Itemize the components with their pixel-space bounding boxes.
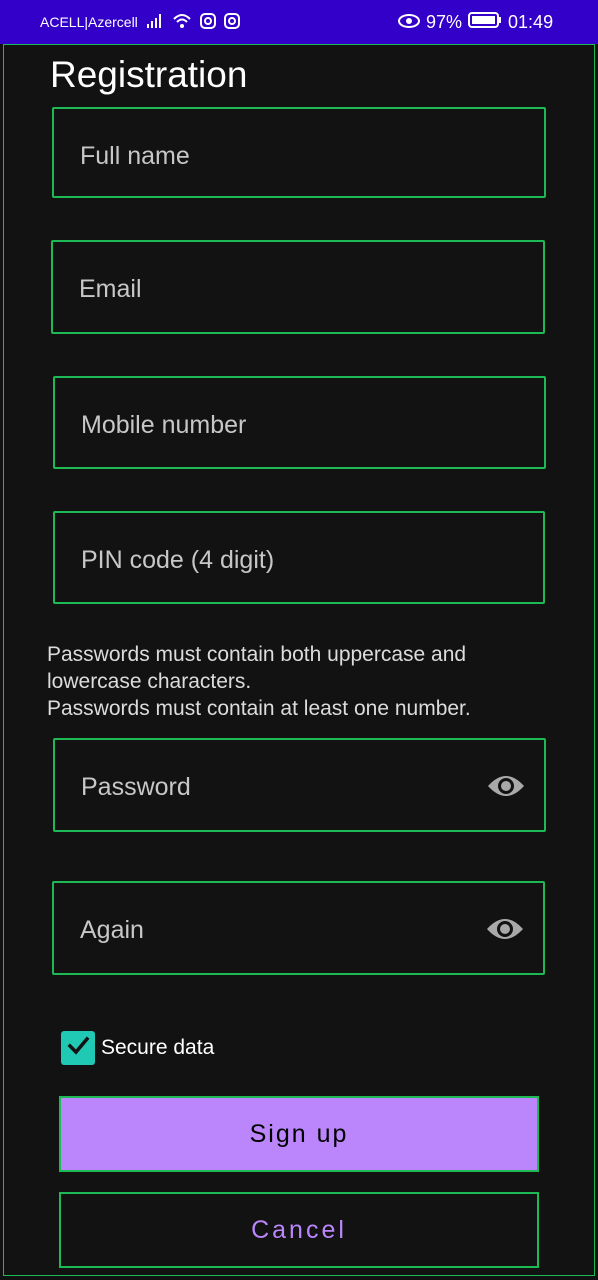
secure-data-checkbox[interactable] <box>61 1031 95 1065</box>
email-field[interactable] <box>51 240 545 334</box>
secure-data-label[interactable]: Secure data <box>101 1034 214 1062</box>
wifi-icon <box>172 13 192 32</box>
mobile-number-field[interactable] <box>53 376 546 469</box>
mobile-number-input[interactable] <box>79 406 463 444</box>
instagram-icon <box>223 12 240 32</box>
carrier-name: ACELL|Azercell <box>40 14 138 30</box>
password-confirm-visibility-icon[interactable] <box>483 911 527 947</box>
eye-status-icon <box>398 12 420 33</box>
email-input[interactable] <box>77 270 461 308</box>
battery-icon <box>468 11 502 33</box>
status-left: ACELL|Azercell <box>40 7 262 37</box>
password-input[interactable] <box>79 768 463 806</box>
battery-percent: 97% <box>426 11 463 32</box>
password-requirements-text: Passwords must contain both uppercase an… <box>47 643 471 720</box>
page-title: Registration <box>50 54 248 95</box>
password-visibility-icon[interactable] <box>484 768 528 804</box>
instagram-icon <box>199 12 216 32</box>
full-name-field[interactable] <box>52 107 546 198</box>
full-name-input[interactable] <box>78 137 462 175</box>
password-confirm-field[interactable] <box>52 881 545 975</box>
sign-up-button[interactable]: Sign up <box>59 1096 539 1172</box>
signal-icon <box>146 13 164 31</box>
cancel-button[interactable]: Cancel <box>59 1192 539 1268</box>
secure-data-row[interactable]: Secure data <box>61 1030 214 1066</box>
clock: 01:49 <box>508 11 554 32</box>
status-right: 97% 01:49 <box>398 7 555 37</box>
check-icon <box>66 1034 90 1063</box>
pin-code-input[interactable] <box>79 541 463 579</box>
password-field[interactable] <box>53 738 546 832</box>
status-bar: ACELL|Azercell 97% 01:49 <box>0 0 598 44</box>
password-confirm-input[interactable] <box>78 911 462 949</box>
pin-code-field[interactable] <box>53 511 545 604</box>
